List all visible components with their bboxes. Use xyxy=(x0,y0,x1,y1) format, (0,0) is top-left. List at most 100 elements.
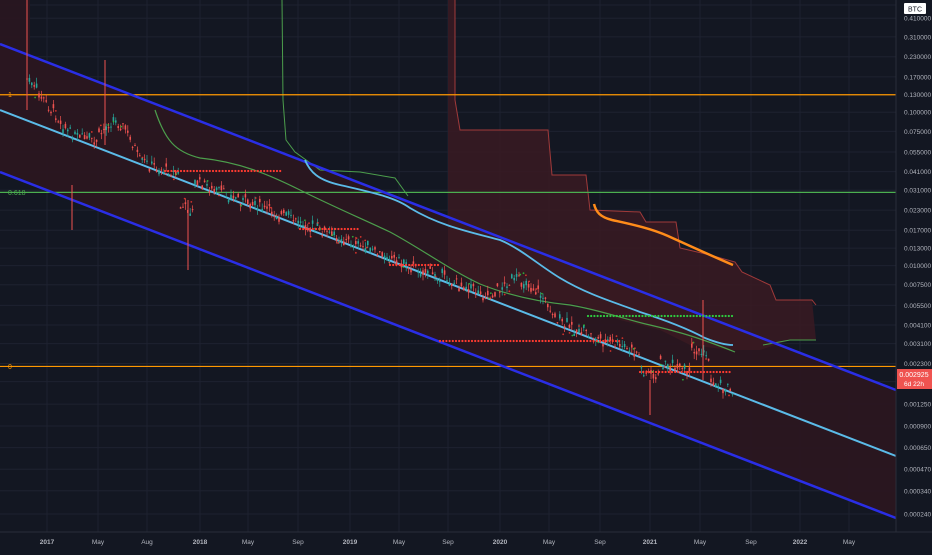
candle-body xyxy=(712,382,715,386)
candle-body xyxy=(659,355,662,359)
candle-body xyxy=(79,134,81,138)
td-count-mark xyxy=(597,341,600,344)
candle-body xyxy=(148,168,151,172)
candle-body xyxy=(475,292,477,295)
td-level-dot xyxy=(448,339,451,343)
td-count-mark xyxy=(540,292,543,295)
candle-body xyxy=(379,251,381,253)
td-level-dot xyxy=(515,339,518,343)
td-level-dot xyxy=(506,339,509,343)
td-level-dot xyxy=(647,314,650,318)
td-count-mark xyxy=(681,378,684,381)
time-tick-label: May xyxy=(92,539,105,546)
td-level-dot xyxy=(722,370,725,374)
candle-body xyxy=(335,238,338,242)
td-count-mark xyxy=(535,288,538,290)
candle-body xyxy=(199,177,201,180)
candle-body xyxy=(542,297,544,299)
td-count-mark xyxy=(503,293,506,296)
td-level-dot xyxy=(698,314,702,318)
td-count-mark xyxy=(269,206,272,209)
candle-body xyxy=(487,290,489,296)
td-level-dot xyxy=(611,339,614,343)
td-level-dot xyxy=(570,339,573,343)
candle-body xyxy=(263,205,266,208)
td-level-dot xyxy=(712,370,715,374)
candle-body xyxy=(578,328,580,333)
td-level-dot xyxy=(573,339,576,343)
td-level-dot xyxy=(218,169,221,173)
td-level-dot xyxy=(404,263,408,267)
candle-body xyxy=(203,180,206,183)
candle-body xyxy=(597,336,599,339)
candle-body xyxy=(40,96,43,99)
symbol-label: BTC xyxy=(908,7,922,14)
price-chart[interactable]: 10.6180 0.50.4100000.3100000.2300000.170… xyxy=(0,0,932,550)
candle-body xyxy=(643,375,645,377)
td-level-dot xyxy=(464,339,467,343)
candle-body xyxy=(532,288,535,291)
td-count-mark xyxy=(120,125,123,128)
candle-body xyxy=(91,137,93,139)
candle-body xyxy=(556,322,559,324)
candle-body xyxy=(112,117,115,121)
candle-body xyxy=(667,364,669,369)
td-count-mark xyxy=(519,273,522,276)
candle-body xyxy=(191,209,194,211)
candle-body xyxy=(501,287,503,290)
candle-body xyxy=(484,297,487,299)
candle-body xyxy=(422,270,424,275)
td-level-dot xyxy=(417,263,420,267)
td-level-dot xyxy=(606,314,609,318)
td-level-dot xyxy=(411,263,414,267)
candle-body xyxy=(103,128,105,130)
candle-body xyxy=(88,133,91,138)
price-tick-label: 0.031000 xyxy=(904,188,931,195)
td-level-dot xyxy=(718,370,722,374)
price-tick-label: 0.003100 xyxy=(904,341,931,348)
td-level-dot xyxy=(442,339,445,343)
candle-body xyxy=(383,255,386,258)
td-level-dot xyxy=(208,169,211,173)
price-tick-label: 0.000470 xyxy=(904,467,931,474)
td-level-dot xyxy=(714,314,718,318)
candle-body xyxy=(43,97,45,99)
candle-body xyxy=(163,172,165,174)
td-count-mark xyxy=(388,261,391,264)
td-count-mark xyxy=(525,274,527,277)
candle-body xyxy=(717,385,719,388)
td-level-dot xyxy=(586,314,590,318)
td-level-dot xyxy=(314,227,318,231)
td-level-dot xyxy=(690,370,693,374)
td-level-dot xyxy=(490,339,493,343)
td-level-dot xyxy=(192,169,195,173)
td-level-dot xyxy=(436,263,440,267)
candle-body xyxy=(513,277,515,281)
candle-body xyxy=(393,254,395,258)
td-level-dot xyxy=(683,370,686,374)
candle-body xyxy=(55,118,57,120)
price-tick-label: 0.230000 xyxy=(904,54,931,61)
candle-body xyxy=(559,314,561,319)
candle-body xyxy=(69,127,71,129)
td-level-dot xyxy=(612,314,615,318)
candle-body xyxy=(429,266,431,269)
td-count-mark xyxy=(141,156,144,159)
candle-body xyxy=(640,367,643,369)
candle-body xyxy=(530,287,532,292)
candle-body xyxy=(623,344,626,348)
candle-body xyxy=(196,180,199,185)
candle-body xyxy=(259,198,261,203)
candle-body xyxy=(45,100,47,102)
candle-body xyxy=(715,383,717,387)
price-tick-label: 0.000900 xyxy=(904,423,931,430)
td-level-dot xyxy=(170,169,173,173)
candle-body xyxy=(710,378,712,382)
td-level-dot xyxy=(454,339,458,343)
td-level-dot xyxy=(718,314,721,318)
td-level-dot xyxy=(602,314,606,318)
candle-body xyxy=(664,360,667,362)
candle-body xyxy=(292,220,295,222)
chart-root[interactable]: 10.6180 0.50.4100000.3100000.2300000.170… xyxy=(0,0,932,550)
candle-body xyxy=(374,247,376,250)
